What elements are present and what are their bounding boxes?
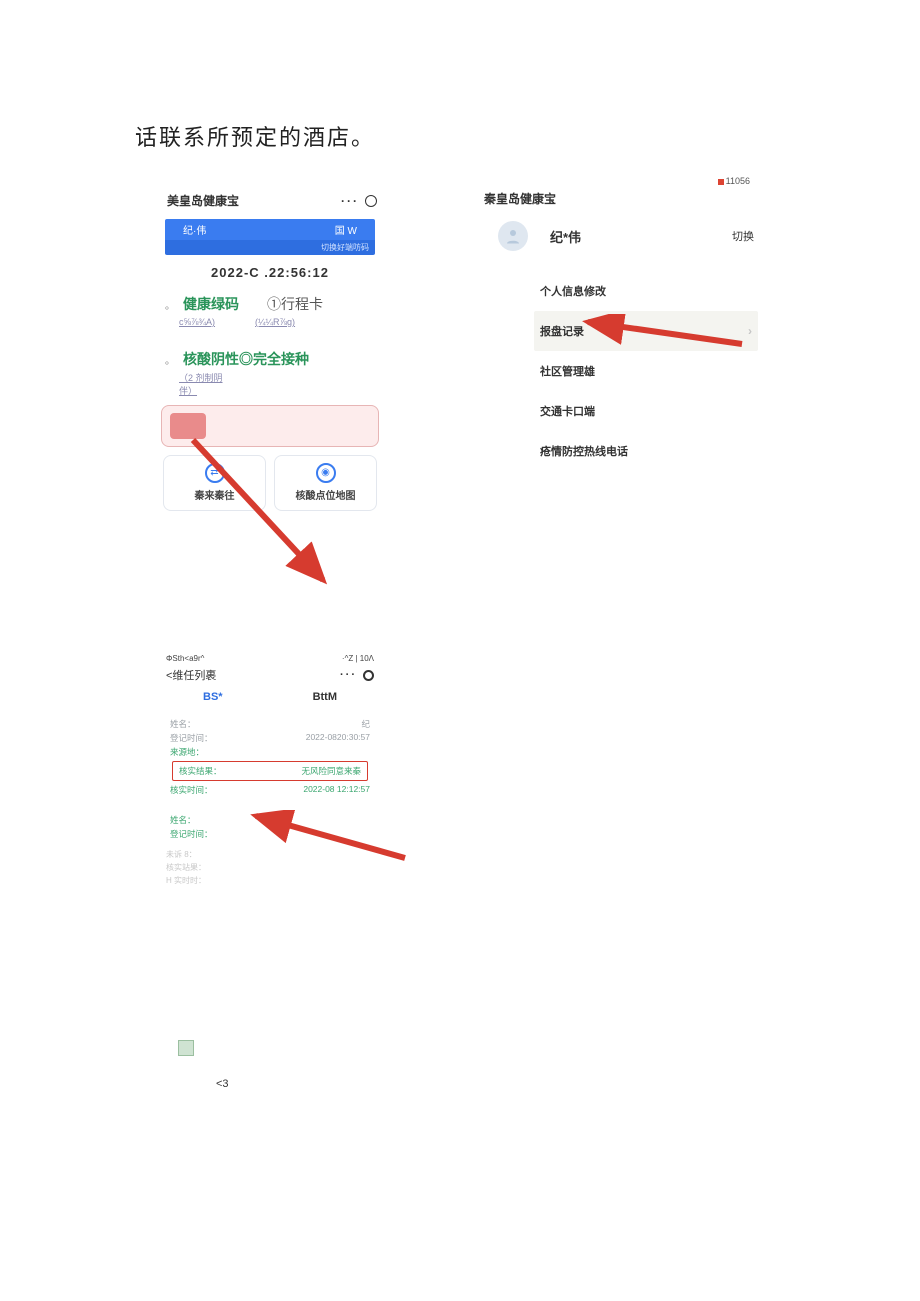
source-label: 来源地： [170,746,204,758]
app-title-1: 美皇岛健康宝 [167,192,239,209]
regtime-label: 登记时间： [170,828,213,840]
regtime-value: 2022-0820:30:57 [306,732,370,744]
verifytime-label: 核实时间： [170,784,213,796]
status-left: ΦSth<a9r^ [166,654,204,663]
phone2-screenshot: 11056 秦皇岛健康宝 纪*伟 切换 个人信息修改 报盘记录 › 社区管理雄 … [478,176,778,471]
menu-report-record[interactable]: 报盘记录 › [534,311,758,351]
bullet-icon: 。 [165,297,175,312]
more-icon[interactable]: ··· [341,194,359,208]
result-value: 无风险同意来秦 [301,765,361,777]
menu-community-mgmt[interactable]: 社区管理雄 [534,351,758,391]
faint-line-3: H 实时时： [158,874,382,887]
card-qinlai-label: 秦来秦往 [164,487,265,502]
status-code: 11056 [478,176,778,186]
menu-traffic-port[interactable]: 交通卡口端 [534,391,758,431]
footer-text: <3 [216,1078,229,1090]
menu-label: 交通卡口端 [540,403,595,419]
chevron-right-icon: › [748,324,752,338]
back-button[interactable]: <维任列裹 [166,667,216,683]
user-bar: 纪·伟 国 W [165,219,375,240]
alert-swatch [170,413,206,439]
tab-bttm[interactable]: BttM [313,691,337,703]
menu-label: 个人信息修改 [540,283,606,299]
nucleic-sublabel: （2 剂制阴 伴） [179,373,223,396]
phone1-screenshot: 美皇岛健康宝 ··· 纪·伟 国 W 切换好端㕫码 2022-C .22:56:… [155,188,385,511]
menu-hotline[interactable]: 疮情防控热线电话 [534,431,758,471]
user-short-name: 纪·伟 [183,222,206,237]
faint-line-2: 核实站果： [158,861,382,874]
card-nucleic-map-label: 核酸点位地图 [275,487,376,502]
timestamp: 2022-C .22:56:12 [155,265,385,280]
menu-label: 疮情防控热线电话 [540,443,628,459]
regtime-label: 登记时间： [170,732,213,744]
user-right-code: 国 W [335,222,357,237]
close-icon[interactable] [365,195,377,207]
miniapp-menu-icon[interactable]: ··· [340,669,374,681]
pin-icon: ◉ [316,463,336,483]
result-highlight-box: 核实结果： 无风险同意来秦 [172,761,368,781]
red-square-icon [718,179,724,185]
tab-bs[interactable]: BS* [203,691,223,703]
health-code-label[interactable]: 健康绿码 [183,294,239,314]
footer-thumbnail-icon [178,1040,194,1056]
card-nucleic-map[interactable]: ◉ 核酸点位地图 [274,455,377,511]
bullet-icon: 。 [165,352,175,367]
menu-label: 社区管理雄 [540,363,595,379]
alert-card[interactable] [161,405,379,447]
switch-button[interactable]: 切换 [732,228,754,244]
record-card-1[interactable]: 姓名： 纪 登记时间： 2022-0820:30:57 来源地： 核实结果： 无风险同… [162,712,378,802]
sublink-left[interactable]: c⅝⅞¾A) [179,317,215,327]
swap-icon: ⇄ [205,463,225,483]
verifytime-value: 2022-08 12:12:57 [303,784,370,796]
more-icon[interactable]: ··· [340,669,357,681]
faint-line-1: 未诉 8： [158,848,382,861]
avatar-icon [498,221,528,251]
status-right: ·^Z | 10Λ [342,654,374,663]
app-title-2: 秦皇岛健康宝 [478,190,778,207]
name-label: 姓名： [170,718,196,730]
phone3-screenshot: ΦSth<a9r^ ·^Z | 10Λ <维任列裹 ··· BS* BttM 姓… [158,654,382,887]
menu-personal-info[interactable]: 个人信息修改 [534,271,758,311]
record-card-2[interactable]: 姓名： 登记时间： [162,805,378,846]
name-value: 纪 [361,718,370,730]
result-label: 核实结果： [179,765,222,777]
trip-card-label[interactable]: ①行程卡 [267,294,323,314]
nucleic-label[interactable]: 核酸阴性◎完全接种 [183,349,309,369]
name-label: 姓名： [170,814,196,826]
sublink-right[interactable]: (¼¼R⅞g) [255,317,295,327]
close-icon[interactable] [363,670,374,681]
profile-name: 纪*伟 [550,227,581,246]
page-title: 话联系所预定的酒店。 [135,120,375,152]
miniapp-menu-icon[interactable]: ··· [341,194,377,208]
card-qinlai[interactable]: ⇄ 秦来秦往 [163,455,266,511]
switch-bar[interactable]: 切换好端㕫码 [165,240,375,255]
menu-label: 报盘记录 [540,323,584,339]
